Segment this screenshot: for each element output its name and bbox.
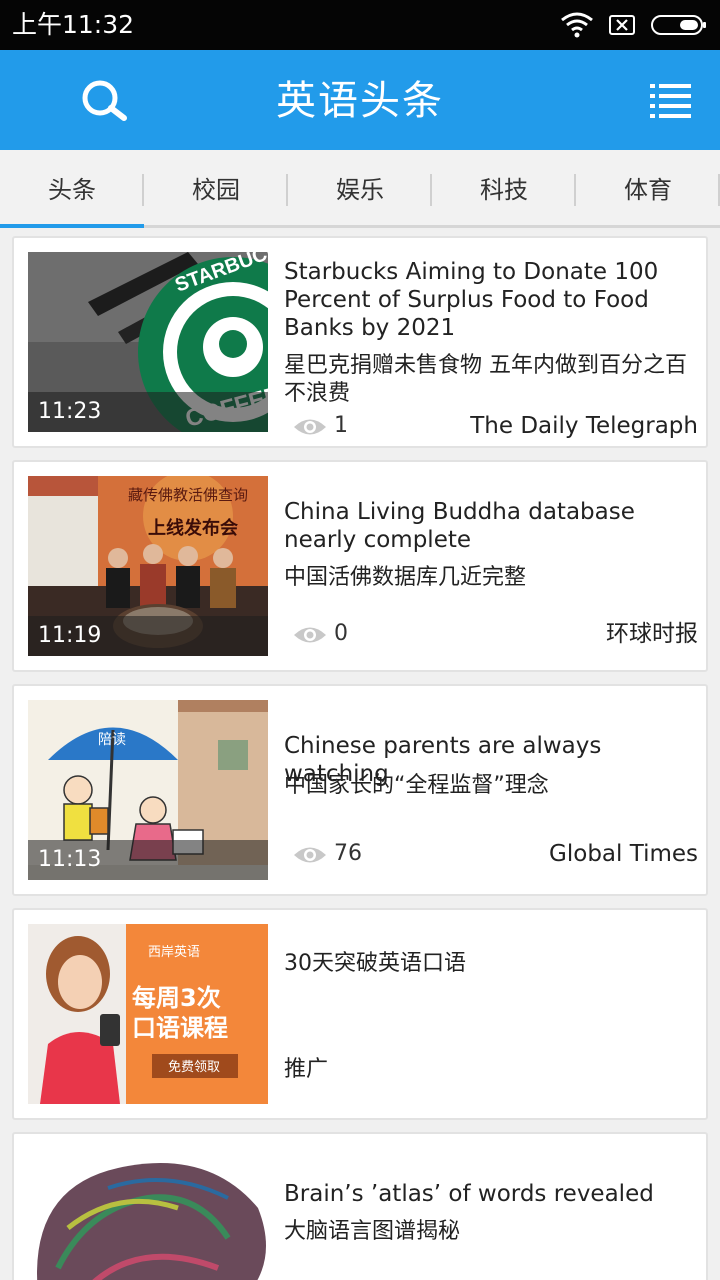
tab-technology[interactable]: 科技 (432, 150, 576, 228)
article-thumbnail: STARBUCKS COFFEE 11:23 (28, 252, 268, 432)
active-tab-indicator (0, 224, 144, 228)
article-thumbnail (28, 1148, 268, 1280)
promo-title: 30天突破英语口语 (284, 951, 466, 976)
thumb-umbrella-text: 陪读 (98, 731, 126, 748)
article-time: 11:23 (28, 392, 268, 432)
view-count: 1 (334, 413, 348, 438)
tab-entertainment[interactable]: 娱乐 (288, 150, 432, 228)
tab-sports[interactable]: 体育 (576, 150, 720, 228)
app-title: 英语头条 (276, 78, 444, 124)
article-source: Global Times (549, 841, 698, 867)
article-thumbnail: 藏传佛教活佛查询 上线发布会 11:19 (28, 476, 268, 656)
promo-cta-text: 免费领取 (168, 1060, 220, 1075)
article-time: 11:13 (28, 840, 268, 880)
thumb-banner-text: 上线发布会 (148, 517, 238, 539)
promo-headline-text: 每周3次 (132, 984, 221, 1012)
menu-icon[interactable] (646, 80, 694, 120)
tab-headlines[interactable]: 头条 (0, 150, 144, 228)
article-title-en: Brain’s ’atlas’ of words revealed (284, 1181, 654, 1207)
promo-brand-text: 西岸英语 (148, 945, 200, 960)
article-time: 11:19 (28, 616, 268, 656)
category-tabs: 头条 校园 娱乐 科技 体育 (0, 150, 720, 228)
article-title-cn: 星巴克捐赠未售食物 五年内做到百分之百不浪费 (284, 353, 687, 406)
promo-card[interactable]: 西岸英语 每周3次 口语课程 免费领取 30天突破英语口语 推广 (12, 908, 708, 1120)
view-count: 0 (334, 621, 348, 646)
promo-headline-text: 口语课程 (132, 1014, 228, 1042)
article-title-cn: 大脑语言图谱揭秘 (284, 1219, 461, 1244)
tab-campus[interactable]: 校园 (144, 150, 288, 228)
article-card[interactable]: Brain’s ’atlas’ of words revealed 大脑语言图谱… (12, 1132, 708, 1280)
wifi-icon (561, 12, 593, 38)
promo-label: 推广 (284, 1057, 329, 1082)
status-time: 上午11:32 (12, 10, 135, 39)
eye-icon (294, 627, 326, 643)
view-count: 76 (334, 841, 362, 866)
eye-icon (294, 419, 326, 435)
sim-off-icon (609, 15, 635, 35)
article-title-cn: 中国活佛数据库几近完整 (284, 565, 527, 590)
article-card[interactable]: STARBUCKS COFFEE 11:23 Starbucks Aiming … (12, 236, 708, 448)
thumb-banner-text: 藏传佛教活佛查询 (128, 486, 248, 504)
promo-thumbnail: 西岸英语 每周3次 口语课程 免费领取 (28, 924, 268, 1104)
article-source: 环球时报 (606, 621, 698, 647)
article-thumbnail: 陪读 11:13 (28, 700, 268, 880)
eye-icon (294, 847, 326, 863)
article-title-en: China Living Buddha database nearly comp… (284, 499, 635, 553)
status-bar: 上午11:32 (0, 0, 720, 50)
article-title-cn: 中国家长的“全程监督”理念 (284, 773, 549, 798)
article-card[interactable]: 陪读 11:13 Chinese parents are always watc… (12, 684, 708, 896)
article-card[interactable]: 藏传佛教活佛查询 上线发布会 11:19 China Living Buddha… (12, 460, 708, 672)
article-title-en: Starbucks Aiming to Donate 100 Percent o… (284, 259, 659, 341)
battery-icon (651, 15, 706, 35)
article-source: The Daily Telegraph (470, 413, 698, 439)
app-header: 英语头条 (0, 50, 720, 150)
